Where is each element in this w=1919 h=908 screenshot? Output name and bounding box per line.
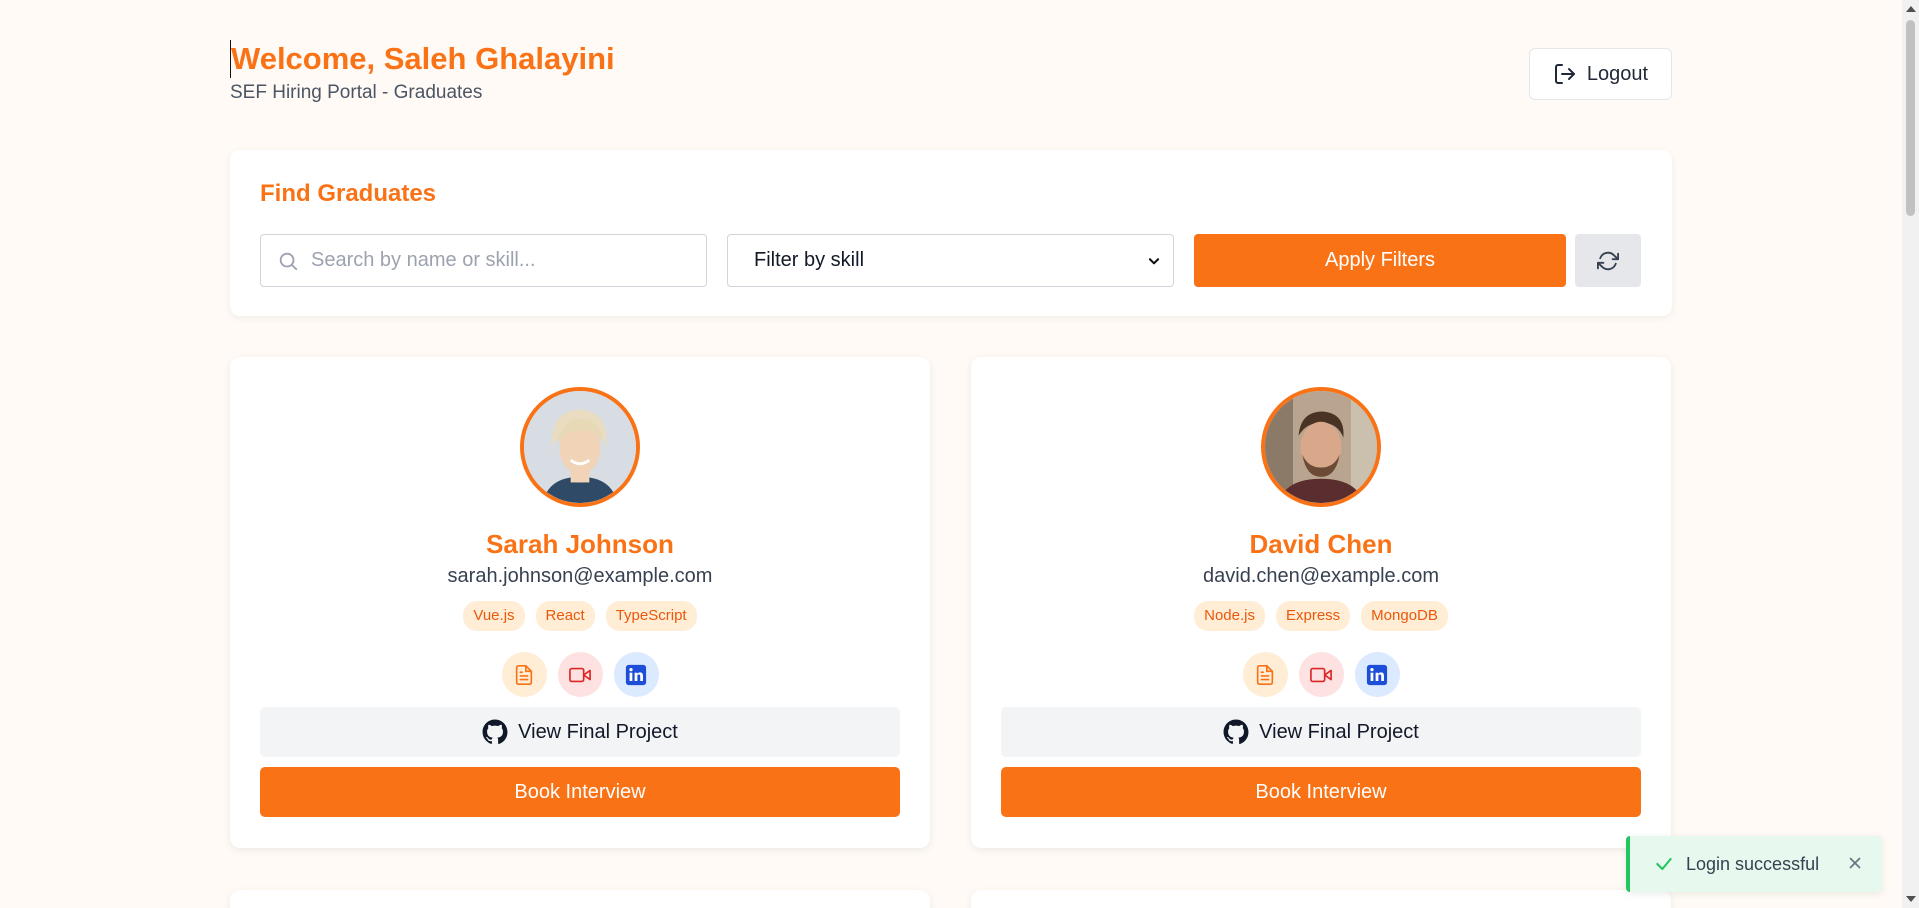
graduate-name: David Chen [1249, 529, 1393, 559]
document-icon [513, 664, 535, 686]
graduate-email: sarah.johnson@example.com [447, 565, 713, 587]
graduate-card: David Chen david.chen@example.com Node.j… [971, 357, 1671, 848]
linkedin-icon [1366, 664, 1388, 686]
document-icon [1254, 664, 1276, 686]
filter-panel: Find Graduates Filter by skill Apply Fil… [230, 150, 1672, 316]
skill-tags: Node.js Express MongoDB [971, 601, 1671, 631]
view-project-button[interactable]: View Final Project [260, 707, 900, 757]
skill-tag: Vue.js [463, 601, 525, 631]
scroll-up-icon[interactable] [1906, 6, 1916, 12]
skill-tag: MongoDB [1361, 601, 1448, 631]
view-project-label: View Final Project [518, 720, 678, 743]
welcome-title: Welcome, Saleh Ghalayini [230, 40, 615, 78]
linkedin-icon [625, 664, 647, 686]
github-icon [1223, 719, 1249, 745]
book-interview-button[interactable]: Book Interview [260, 767, 900, 817]
skill-filter-value: Filter by skill [754, 249, 865, 271]
video-link[interactable] [557, 652, 603, 697]
linkedin-link[interactable] [1354, 652, 1400, 697]
page-container: Welcome, Saleh Ghalayini SEF Hiring Port… [230, 0, 1672, 908]
video-link[interactable] [1298, 652, 1344, 697]
reset-filters-button[interactable] [1575, 234, 1641, 287]
skill-filter-select[interactable]: Filter by skill [727, 234, 1174, 287]
skill-tag: Node.js [1194, 601, 1265, 631]
view-project-label: View Final Project [1259, 720, 1419, 743]
scrollbar-thumb[interactable] [1906, 20, 1915, 216]
graduate-card-partial [230, 890, 930, 908]
portal-subtitle: SEF Hiring Portal - Graduates [230, 82, 483, 103]
filter-title: Find Graduates [260, 180, 437, 207]
apply-filters-button[interactable]: Apply Filters [1194, 234, 1566, 287]
avatar [520, 387, 640, 507]
github-icon [482, 719, 508, 745]
logout-icon [1553, 62, 1577, 86]
skill-tag: TypeScript [605, 601, 697, 631]
video-icon [569, 664, 591, 686]
avatar [1261, 387, 1381, 507]
graduate-card-partial [971, 890, 1671, 908]
logout-button[interactable]: Logout [1529, 48, 1672, 100]
cv-link[interactable] [501, 652, 547, 697]
graduate-email: david.chen@example.com [1203, 565, 1439, 587]
cv-link[interactable] [1242, 652, 1288, 697]
search-input[interactable] [311, 249, 706, 272]
skill-tags: Vue.js React TypeScript [230, 601, 930, 631]
logout-label: Logout [1586, 62, 1649, 85]
graduate-links [971, 652, 1671, 697]
view-project-button[interactable]: View Final Project [1001, 707, 1641, 757]
search-field[interactable] [260, 234, 707, 287]
graduate-links [230, 652, 930, 697]
search-icon [277, 250, 299, 272]
linkedin-link[interactable] [613, 652, 659, 697]
refresh-icon [1597, 250, 1619, 272]
page-scrollbar[interactable] [1902, 0, 1919, 908]
skill-tag: React [535, 601, 595, 631]
scroll-down-icon[interactable] [1906, 896, 1916, 902]
toast-message: Login successful [1686, 853, 1820, 874]
skill-tag: Express [1275, 601, 1351, 631]
toast-notification: Login successful [1626, 836, 1882, 892]
chevron-down-icon [1147, 254, 1161, 268]
video-icon [1310, 664, 1332, 686]
book-interview-button[interactable]: Book Interview [1001, 767, 1641, 817]
page-header: Welcome, Saleh Ghalayini SEF Hiring Port… [230, 0, 1672, 150]
graduate-card: Sarah Johnson sarah.johnson@example.com … [230, 357, 930, 848]
check-icon [1654, 854, 1674, 874]
graduate-name: Sarah Johnson [486, 529, 674, 559]
close-icon[interactable] [1846, 854, 1864, 872]
